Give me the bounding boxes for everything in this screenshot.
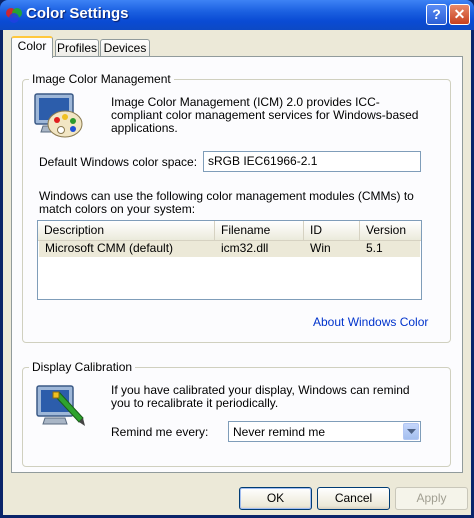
row-filename: icm32.dll (221, 241, 269, 255)
color-wheel-icon (6, 8, 22, 23)
tab-devices[interactable]: Devices (100, 39, 150, 57)
default-color-space-label: Default Windows color space: (39, 155, 198, 169)
cancel-button[interactable]: Cancel (317, 487, 390, 510)
tab-color[interactable]: Color (11, 36, 53, 58)
calibration-text-line-2: you to recalibrate it periodically. (111, 396, 279, 410)
column-description[interactable]: Description (38, 221, 215, 240)
cmm-list-header: Description Filename ID Version (38, 221, 421, 241)
close-button[interactable]: ✕ (449, 4, 470, 25)
remind-me-dropdown[interactable]: Never remind me (228, 421, 421, 442)
default-color-space-field[interactable]: sRGB IEC61966-2.1 (203, 151, 421, 172)
title-bar[interactable]: Color Settings ? ✕ (0, 0, 474, 30)
dropdown-arrow-icon[interactable] (403, 423, 419, 440)
help-button[interactable]: ? (426, 4, 447, 25)
calibration-group-legend: Display Calibration (29, 360, 136, 374)
display-calibration-group: Display Calibration If you have calibrat… (22, 360, 451, 467)
column-id[interactable]: ID (304, 221, 360, 240)
cmm-text-line-2: match colors on your system: (39, 202, 196, 216)
ok-button[interactable]: OK (239, 487, 312, 510)
cmm-list[interactable]: Description Filename ID Version Microsof… (37, 220, 422, 300)
dialog-body: Color Profiles Devices Image Color Manag… (3, 30, 471, 515)
monitor-palette-icon (34, 93, 83, 138)
color-settings-window: Color Settings ? ✕ Color Profiles Device… (0, 0, 474, 518)
apply-button[interactable]: Apply (395, 487, 468, 510)
window-title: Color Settings (26, 5, 129, 22)
tab-profiles[interactable]: Profiles (55, 39, 99, 57)
tab-panel-color: Image Color Management Image Color Manag… (11, 56, 463, 473)
monitor-calibration-icon (36, 385, 85, 426)
icm-group: Image Color Management Image Color Manag… (22, 72, 451, 343)
icm-group-legend: Image Color Management (29, 72, 174, 86)
table-row[interactable]: Microsoft CMM (default) icm32.dll Win 5.… (39, 241, 420, 257)
column-filename[interactable]: Filename (215, 221, 304, 240)
column-version[interactable]: Version (360, 221, 421, 240)
row-version: 5.1 (366, 241, 383, 255)
about-windows-color-link[interactable]: About Windows Color (313, 315, 428, 329)
remind-me-label: Remind me every: (111, 425, 209, 439)
row-description: Microsoft CMM (default) (45, 241, 174, 255)
remind-me-value: Never remind me (233, 425, 326, 439)
row-id: Win (310, 241, 331, 255)
icm-description-line-3: applications. (111, 121, 178, 135)
